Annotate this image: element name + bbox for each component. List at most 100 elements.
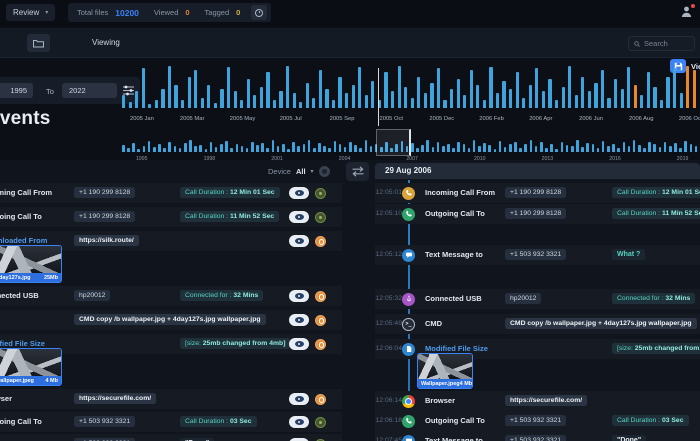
timeline-bar (692, 70, 696, 108)
timeline-bar (410, 143, 414, 152)
event-row[interactable]: 12:06:14 Browser https://securefile.com/ (375, 391, 700, 411)
timeline-bar (187, 76, 191, 108)
event-row[interactable]: Browser https://securefile.com/ (0, 389, 342, 409)
timeline-bar (568, 66, 572, 108)
usb-icon (402, 292, 415, 306)
event-row[interactable]: 12:05:32 Connected USB hp20012 Connected fo… (375, 289, 700, 309)
timeline-bar (137, 149, 141, 152)
event-label: Outgoing Call To (0, 417, 42, 426)
attachment-thumbnail[interactable]: 4day127s.jpg 25Mb (0, 245, 62, 283)
event-row[interactable]: Outgoing Call To +1 190 299 8128 Call Dura… (0, 207, 342, 227)
tagged-label: Tagged (204, 8, 230, 17)
timeline-bar (423, 93, 427, 108)
orange-tag-badge[interactable] (315, 314, 326, 326)
orange-tag-badge[interactable] (315, 338, 326, 350)
date-from-input[interactable] (0, 83, 33, 98)
event-row[interactable]: 12:05:01 Incoming Call From +1 190 299 812… (375, 183, 700, 203)
view-eye-button[interactable] (289, 211, 309, 223)
attachment-thumbnail[interactable]: wallpaper.jpeg 4 Mb (0, 348, 62, 386)
timeline-bar (483, 143, 486, 152)
duration-key: Connected for : (185, 292, 234, 299)
event-timestamp: 12:05:01 (375, 189, 402, 196)
view-eye-button[interactable] (289, 290, 309, 302)
timeline-bar (576, 140, 579, 152)
history-clock-button[interactable] (251, 5, 268, 20)
timeline-bar (178, 147, 182, 152)
event-row[interactable]: CMDCMD copy /b wallpaper.jpg + 4day127s.… (0, 310, 342, 330)
orange-tag-badge[interactable] (315, 235, 326, 247)
timeline-brush[interactable] (376, 129, 411, 156)
total-files-count: 10200 (115, 7, 139, 18)
duration-pill: Call Duration : 12 Min 01 Sec (612, 187, 700, 198)
view-eye-button[interactable] (289, 393, 309, 405)
axis-tick-label: 2006 Oct (678, 116, 700, 122)
thumbnail-image (0, 246, 61, 273)
event-row[interactable]: 12:07:45 Text Message to +1 503 932 3321 "D… (375, 431, 700, 441)
timeline-bar (235, 143, 239, 152)
timeline-bar (539, 142, 543, 152)
orange-tag-badge[interactable] (315, 393, 326, 405)
axis-tick-label: 2006 Apr (529, 116, 553, 122)
orange-tag-badge[interactable] (315, 290, 326, 302)
search-box (628, 36, 695, 51)
timeline-bar (194, 70, 198, 108)
attachment-thumbnail[interactable]: Wallpaper.jpeg 4 Mb (417, 353, 473, 389)
timeline-yearly-chart[interactable]: 1995 1998 2001 2004 2007 2010 2013 2016 2019 (122, 132, 700, 162)
timeline-bar (659, 99, 664, 108)
event-row[interactable]: Incoming Call From +1 190 299 8128 Call Du… (0, 183, 342, 203)
date-to-input[interactable] (62, 83, 117, 98)
green-tag-badge[interactable] (315, 416, 326, 428)
view-eye-button[interactable] (289, 235, 309, 247)
event-row[interactable]: Connected USB hp20012 Connected for : 32 M… (0, 286, 342, 306)
event-row[interactable]: 12:05:49 >_ CMD CMD copy /b wallpaper.jpg +… (375, 314, 700, 334)
view-eye-button[interactable] (289, 338, 309, 350)
timeline-bar (331, 99, 336, 108)
event-row[interactable]: 12:06:18 Outgoing Call To +1 503 932 3321 C… (375, 411, 700, 431)
green-tag-badge[interactable] (315, 211, 326, 223)
timeline-monthly-chart[interactable]: 2005 Jan 2005 Mar 2005 May 2005 Jul 2005 Sep… (122, 66, 700, 128)
event-row[interactable]: Modified File Size[size: 25mb changed fr… (0, 334, 342, 386)
timeline-cursor[interactable] (378, 68, 380, 126)
timeline-bar (463, 95, 467, 108)
timeline-bar (390, 91, 395, 108)
event-row[interactable]: Text Message to+1 503 932 3321"Done" (0, 434, 342, 441)
timeline-bar (545, 147, 548, 152)
swap-columns-button[interactable] (346, 162, 369, 181)
timeline-bar (684, 141, 688, 152)
review-dropdown[interactable]: Review ▾ (6, 4, 56, 21)
timeline-bar (441, 146, 445, 152)
event-value-pill: +1 190 299 8128 (74, 211, 136, 222)
folder-button[interactable] (27, 34, 50, 52)
timeline-bar (478, 146, 481, 152)
view-eye-button[interactable] (289, 314, 309, 326)
timeline-bar (565, 145, 569, 152)
duration-key: Call Duration : (185, 418, 230, 425)
thumbnail-filesize: 4 Mb (459, 380, 473, 387)
event-row[interactable]: 12:06:04 Modified File Size [size: 25mb ch… (375, 339, 700, 389)
search-input[interactable] (644, 39, 689, 48)
axis-tick-label: 2005 Mar (179, 116, 205, 122)
timeline-bar (674, 143, 677, 152)
thumbnail-filesize: 4 Mb (45, 377, 58, 384)
event-row[interactable]: 12:05:10 Outgoing Call To +1 190 299 8128 C… (375, 204, 700, 224)
view-eye-button[interactable] (289, 416, 309, 428)
timeline-bar (343, 147, 347, 152)
user-avatar[interactable] (680, 4, 695, 19)
timeline-bar (209, 142, 213, 152)
timeline-bar (199, 145, 202, 152)
green-tag-badge[interactable] (315, 187, 326, 199)
timeline-bar (318, 70, 322, 108)
timeline-bar (174, 84, 178, 108)
event-value-pill: +1 190 299 8128 (505, 208, 567, 219)
timeline-bar (498, 141, 502, 152)
event-row[interactable]: Outgoing Call To +1 503 932 3321 Call Dura… (0, 412, 342, 432)
timeline-bar (333, 141, 337, 152)
event-row[interactable]: Downloaded Fromhttps://silk.route/4day12… (0, 231, 342, 283)
event-row[interactable]: 12:05:12 Text Message to +1 503 932 3321 Wh… (375, 245, 700, 265)
view-eye-button[interactable] (289, 187, 309, 199)
axis-tick-label: 2005 Dec (429, 116, 455, 122)
timeline-bar (643, 147, 646, 152)
event-value-pill: https://securefile.com/ (505, 395, 588, 406)
top-bar: Review ▾ Total files 10200 Viewed 0 Tagg… (0, 0, 700, 26)
timeline-bar (128, 101, 132, 108)
